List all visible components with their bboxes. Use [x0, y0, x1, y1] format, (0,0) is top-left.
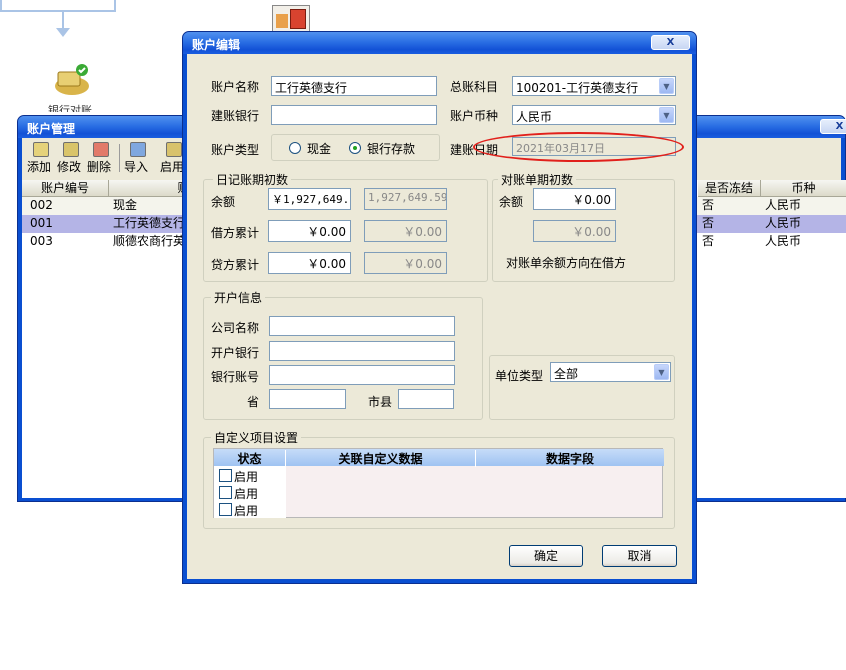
- bank-input[interactable]: [269, 341, 455, 361]
- cell-frozen: 否: [702, 198, 715, 212]
- currency-select[interactable]: 人民币 ▼: [512, 105, 676, 125]
- col-header-data-field[interactable]: 数据字段: [476, 450, 664, 467]
- col-header-linked-data[interactable]: 关联自定义数据: [286, 450, 476, 467]
- desktop-icon-label: 银行对账: [48, 104, 92, 112]
- import-button[interactable]: 导入: [124, 142, 152, 176]
- cell-frozen: 否: [702, 234, 715, 248]
- journal-credit-ref: ￥0.00: [364, 252, 447, 274]
- journal-debit-input[interactable]: ￥0.00: [268, 220, 351, 242]
- journal-credit-label: 贷方累计: [211, 258, 260, 272]
- import-label: 导入: [124, 160, 149, 174]
- bank-label: 开户银行: [211, 346, 260, 360]
- province-input[interactable]: [269, 389, 346, 409]
- city-input[interactable]: [398, 389, 454, 409]
- unit-type-select[interactable]: 全部 ▼: [550, 362, 671, 382]
- unit-type-label: 单位类型: [495, 369, 544, 383]
- statement-balance-label: 余额: [499, 195, 524, 209]
- enable-label: 启用: [234, 504, 259, 518]
- enable-checkbox[interactable]: [219, 486, 232, 499]
- toolbar-separator: [119, 144, 120, 172]
- currency-label: 账户币种: [450, 109, 499, 123]
- edit-icon: [63, 142, 79, 157]
- cell-currency: 人民币: [765, 234, 802, 248]
- account-info-title: 开户信息: [211, 289, 266, 306]
- statement-direction-note: 对账单余额方向在借方: [506, 256, 627, 270]
- cell-frozen: 否: [702, 216, 715, 230]
- delete-icon: [93, 142, 109, 157]
- add-button[interactable]: 添加: [27, 142, 55, 176]
- import-icon: [130, 142, 146, 157]
- enable-checkbox[interactable]: [219, 469, 232, 482]
- unit-type-value: 全部: [554, 367, 579, 381]
- close-icon[interactable]: X: [820, 119, 846, 134]
- enable-icon: [166, 142, 182, 157]
- custom-settings-grid: 状态 关联自定义数据 数据字段 启用 启用 启用: [213, 448, 664, 518]
- statement-opening-title: 对账单期初数: [498, 171, 577, 188]
- company-name-label: 公司名称: [211, 321, 260, 335]
- chevron-down-icon[interactable]: ▼: [659, 78, 674, 94]
- opening-bank-label: 建账银行: [211, 109, 260, 123]
- journal-debit-ref: ￥0.00: [364, 220, 447, 242]
- window-title: 账户管理: [27, 122, 76, 136]
- city-label: 市县: [368, 395, 393, 409]
- currency-value: 人民币: [516, 110, 553, 124]
- delete-label: 删除: [87, 160, 112, 174]
- company-name-input[interactable]: [269, 316, 455, 336]
- highlight-ellipse: [473, 132, 684, 162]
- col-header-currency[interactable]: 币种: [761, 180, 846, 197]
- flow-arrow-icon: [56, 28, 70, 37]
- col-header-code[interactable]: 账户编号: [22, 180, 109, 197]
- cell-currency: 人民币: [765, 216, 802, 230]
- journal-debit-label: 借方累计: [211, 226, 260, 240]
- statement-balance-input[interactable]: ￥0.00: [533, 188, 616, 210]
- journal-balance-ref: 1,927,649.59: [364, 188, 447, 210]
- add-label: 添加: [27, 160, 52, 174]
- cell-code: 002: [30, 198, 53, 212]
- journal-opening-title: 日记账期初数: [213, 171, 292, 188]
- account-name-input[interactable]: 工行英德支行: [271, 76, 437, 96]
- cell-currency: 人民币: [765, 198, 802, 212]
- journal-balance-label: 余额: [211, 195, 236, 209]
- edit-label: 修改: [57, 160, 82, 174]
- custom-settings-title: 自定义项目设置: [211, 429, 302, 446]
- radio-bank-deposit[interactable]: [349, 142, 361, 154]
- enable-checkbox[interactable]: [219, 503, 232, 516]
- col-header-status[interactable]: 状态: [214, 450, 286, 467]
- enable-label: 启用: [234, 487, 259, 501]
- account-edit-titlebar: 账户编辑 X: [183, 32, 696, 54]
- enable-label: 启用: [234, 470, 259, 484]
- account-edit-dialog: 账户编辑 X 账户名称 工行英德支行 总账科目 100201-工行英德支行 ▼ …: [182, 31, 697, 584]
- chevron-down-icon[interactable]: ▼: [659, 107, 674, 123]
- radio-cash-label[interactable]: 现金: [307, 140, 331, 157]
- ok-button[interactable]: 确定: [509, 545, 583, 567]
- close-icon[interactable]: X: [651, 35, 690, 50]
- bank-reconcile-icon[interactable]: [52, 62, 92, 98]
- cancel-button[interactable]: 取消: [602, 545, 677, 567]
- statement-balance-ref: ￥0.00: [533, 220, 616, 242]
- bank-account-input[interactable]: [269, 365, 455, 385]
- province-label: 省: [247, 395, 260, 409]
- flow-box: [0, 0, 116, 12]
- account-type-label: 账户类型: [211, 143, 260, 157]
- account-name-label: 账户名称: [211, 80, 260, 94]
- bank-account-label: 银行账号: [211, 370, 260, 384]
- col-header-frozen[interactable]: 是否冻结: [698, 180, 761, 197]
- account-edit-body: 账户名称 工行英德支行 总账科目 100201-工行英德支行 ▼ 建账银行 账户…: [187, 54, 692, 579]
- radio-bank-deposit-label[interactable]: 银行存款: [367, 140, 415, 157]
- calculator-icon: [272, 5, 310, 32]
- cell-code: 003: [30, 234, 53, 248]
- cell-code: 001: [30, 216, 53, 230]
- add-icon: [33, 142, 49, 157]
- opening-bank-input[interactable]: [271, 105, 437, 125]
- journal-credit-input[interactable]: ￥0.00: [268, 252, 351, 274]
- journal-balance-input[interactable]: ￥1,927,649.5: [268, 188, 351, 210]
- radio-cash[interactable]: [289, 142, 301, 154]
- gl-account-select[interactable]: 100201-工行英德支行 ▼: [512, 76, 676, 96]
- gl-account-value: 100201-工行英德支行: [516, 81, 639, 95]
- chevron-down-icon[interactable]: ▼: [654, 364, 669, 380]
- dialog-title: 账户编辑: [192, 38, 241, 52]
- gl-account-label: 总账科目: [450, 80, 499, 94]
- edit-button[interactable]: 修改: [57, 142, 85, 176]
- delete-button[interactable]: 删除: [87, 142, 115, 176]
